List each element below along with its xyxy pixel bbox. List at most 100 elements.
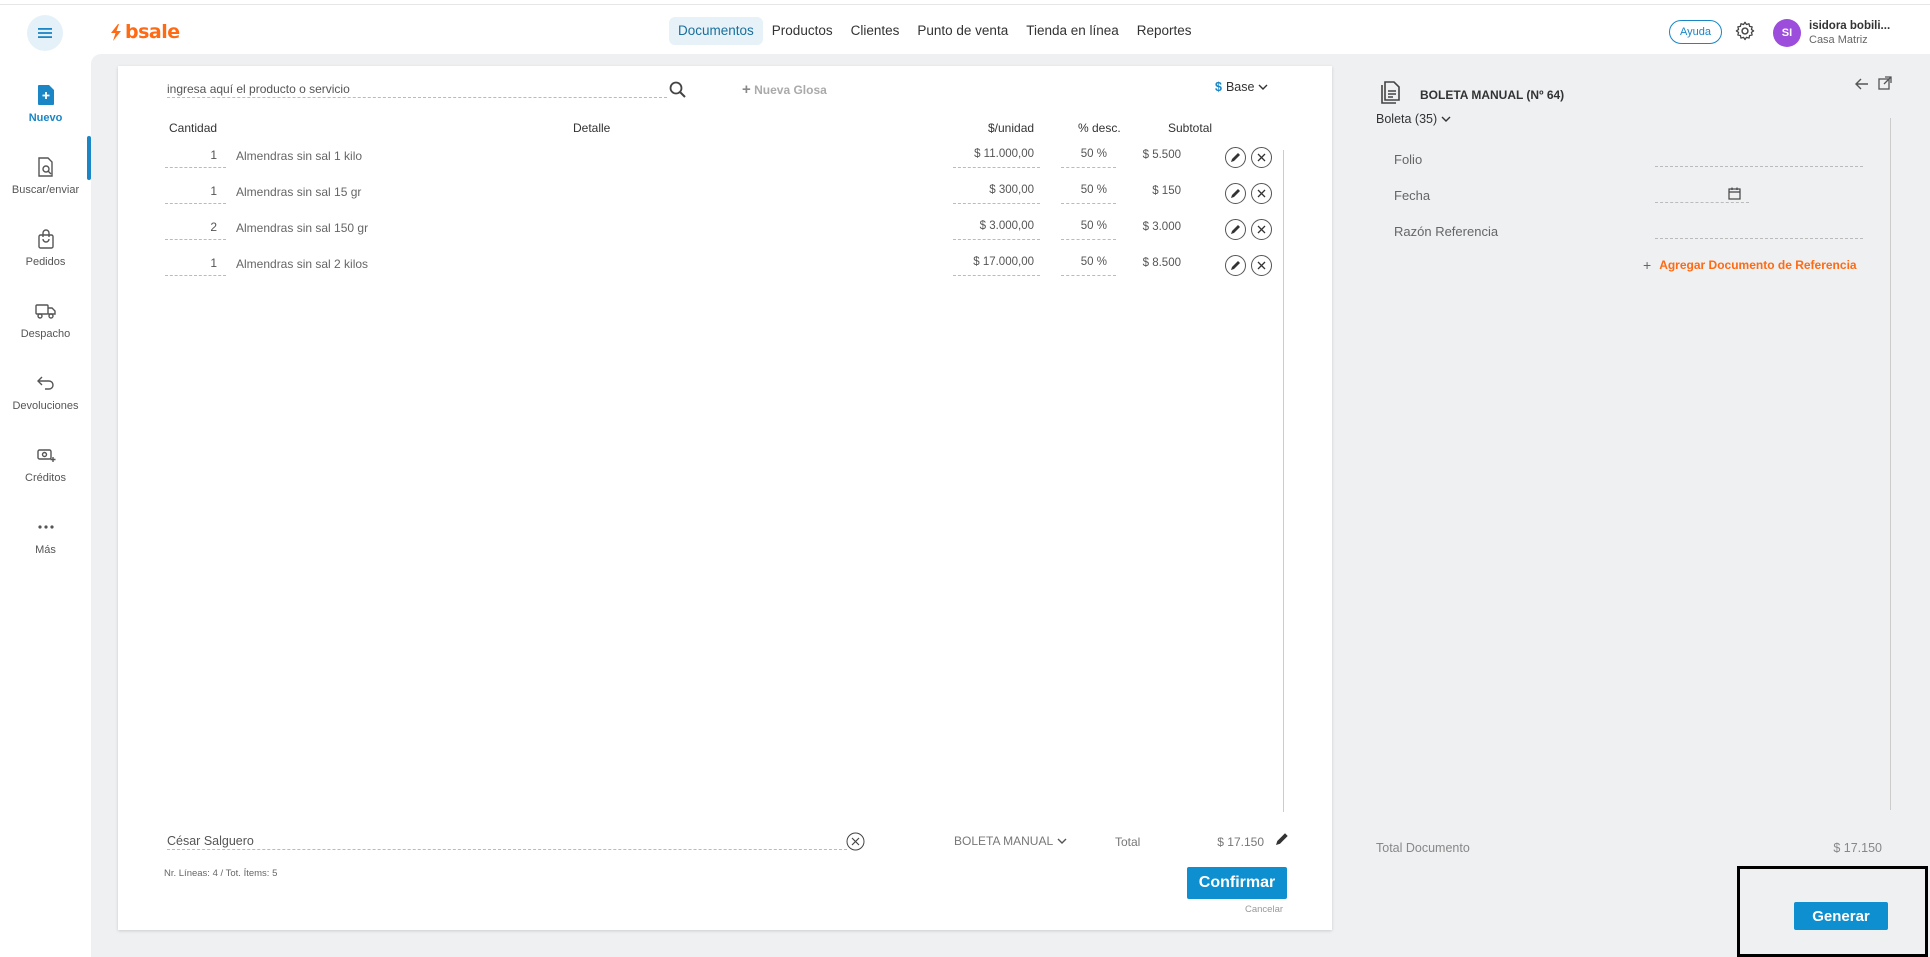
discount-field[interactable]: 50 % (1061, 148, 1116, 168)
discount-field[interactable]: 50 % (1061, 184, 1116, 204)
product-search-input[interactable] (167, 80, 667, 98)
sidebar-item-creditos[interactable]: Créditos (0, 444, 91, 504)
edit-row-button[interactable] (1225, 183, 1246, 204)
quantity-field[interactable]: 2 (165, 220, 226, 240)
new-gloss-label: Nueva Glosa (754, 83, 827, 97)
arrow-left-icon[interactable] (1855, 77, 1869, 91)
unit-price-field[interactable]: $ 300,00 (953, 184, 1040, 204)
column-header-cantidad: Cantidad (169, 121, 218, 135)
credit-icon (35, 444, 57, 466)
total-label: Total (1115, 835, 1141, 849)
row-detail: Almendras sin sal 150 gr (236, 221, 369, 235)
plus-icon: + (742, 81, 751, 98)
sidebar-item-label: Pedidos (25, 256, 66, 268)
pencil-icon (1231, 261, 1240, 270)
nav-tienda-en-linea[interactable]: Tienda en línea (1017, 17, 1128, 45)
nav-reportes[interactable]: Reportes (1128, 17, 1201, 45)
fecha-label: Fecha (1394, 188, 1431, 203)
remove-row-button[interactable] (1251, 147, 1272, 168)
razon-label: Razón Referencia (1394, 224, 1499, 239)
bsale-logo[interactable]: bsale (110, 21, 180, 43)
table-row: 2 Almendras sin sal 150 gr $ 3.000,00 50… (165, 219, 1275, 246)
calendar-icon[interactable] (1728, 187, 1741, 200)
nav-punto-de-venta[interactable]: Punto de venta (908, 17, 1017, 45)
quantity-field[interactable]: 1 (165, 184, 226, 204)
table-row: 1 Almendras sin sal 15 gr $ 300,00 50 % … (165, 183, 1275, 210)
cancel-link[interactable]: Cancelar (1245, 904, 1283, 915)
reason-field[interactable] (1655, 221, 1863, 239)
total-document-value: $ 17.150 (1833, 841, 1882, 855)
quantity-field[interactable]: 1 (165, 148, 226, 168)
shopping-bag-icon (35, 228, 57, 250)
document-type-label: BOLETA MANUAL (954, 834, 1054, 848)
bolt-icon (110, 23, 122, 41)
sidebar-item-nuevo[interactable]: Nuevo (0, 84, 91, 144)
sidebar-item-label: Más (35, 544, 56, 556)
new-gloss-button[interactable]: + Nueva Glosa (742, 81, 827, 98)
search-icon[interactable] (668, 80, 688, 100)
folio-field[interactable] (1655, 149, 1863, 167)
remove-row-button[interactable] (1251, 183, 1272, 204)
unit-price-field[interactable]: $ 3.000,00 (953, 220, 1040, 240)
document-type-select[interactable]: BOLETA MANUAL (954, 834, 1067, 848)
sidebar: Nuevo Buscar/enviar Pedidos Despacho Dev… (0, 54, 91, 957)
unit-price-field[interactable]: $ 11.000,00 (953, 148, 1040, 168)
price-list-label: Base (1225, 80, 1255, 94)
pencil-icon[interactable] (1275, 832, 1289, 846)
sidebar-item-label: Buscar/enviar (11, 184, 80, 196)
nav-documentos[interactable]: Documentos (669, 17, 763, 45)
right-scrollbar-track[interactable] (1890, 118, 1891, 810)
sidebar-item-label: Créditos (25, 472, 66, 484)
user-name[interactable]: isidora bobili... (1809, 20, 1890, 32)
sidebar-item-label: Nuevo (28, 112, 63, 124)
document-title: BOLETA MANUAL (Nº 64) (1420, 88, 1565, 102)
add-reference-button[interactable]: + Agregar Documento de Referencia (1643, 257, 1857, 273)
pencil-icon (1231, 153, 1240, 162)
sidebar-item-label: Despacho (20, 328, 71, 340)
nav-productos[interactable]: Productos (763, 17, 842, 45)
plus-icon: + (1643, 257, 1652, 273)
quantity-field[interactable]: 1 (165, 256, 226, 276)
remove-row-button[interactable] (1251, 255, 1272, 276)
clear-client-icon[interactable] (846, 832, 865, 851)
document-subtype-select[interactable]: Boleta (35) (1376, 112, 1451, 126)
column-header-desc: % desc. (1078, 121, 1121, 135)
gear-icon[interactable] (1734, 20, 1756, 42)
edit-row-button[interactable] (1225, 219, 1246, 240)
edit-row-button[interactable] (1225, 255, 1246, 276)
document-subtype-label: Boleta (35) (1376, 112, 1438, 126)
discount-field[interactable]: 50 % (1061, 256, 1116, 276)
main-nav: Documentos Productos Clientes Punto de v… (669, 17, 1201, 45)
unit-price-field[interactable]: $ 17.000,00 (953, 256, 1040, 276)
client-input[interactable] (167, 832, 847, 850)
total-value: $ 17.150 (1217, 835, 1264, 849)
price-list-symbol: $ (1215, 80, 1222, 94)
generate-button[interactable]: Generar (1794, 902, 1888, 930)
more-dots-icon (35, 516, 57, 538)
total-document-label: Total Documento (1376, 841, 1470, 855)
chevron-down-icon (1057, 838, 1067, 844)
table-row: 1 Almendras sin sal 2 kilos $ 17.000,00 … (165, 255, 1275, 282)
sidebar-item-devoluciones[interactable]: Devoluciones (0, 372, 91, 432)
table-row: 1 Almendras sin sal 1 kilo $ 11.000,00 5… (165, 147, 1275, 174)
new-document-icon (35, 84, 57, 106)
open-external-icon[interactable] (1878, 76, 1892, 90)
help-button[interactable]: Ayuda (1669, 20, 1722, 44)
sidebar-item-mas[interactable]: Más (0, 516, 91, 576)
confirm-button[interactable]: Confirmar (1187, 867, 1287, 899)
nav-clientes[interactable]: Clientes (842, 17, 909, 45)
edit-row-button[interactable] (1225, 147, 1246, 168)
sidebar-item-buscar[interactable]: Buscar/enviar (0, 156, 91, 216)
menu-toggle-button[interactable] (27, 15, 63, 51)
top-bar: bsale Documentos Productos Clientes Punt… (0, 4, 1930, 54)
scrollbar-track[interactable] (1283, 150, 1284, 812)
avatar[interactable]: SI (1773, 19, 1801, 47)
remove-row-button[interactable] (1251, 219, 1272, 240)
sidebar-item-despacho[interactable]: Despacho (0, 300, 91, 360)
discount-field[interactable]: 50 % (1061, 220, 1116, 240)
row-detail: Almendras sin sal 1 kilo (236, 149, 363, 163)
folio-label: Folio (1394, 152, 1423, 167)
price-list-select[interactable]: $ Base (1215, 80, 1268, 94)
document-icon (1381, 81, 1400, 104)
sidebar-item-pedidos[interactable]: Pedidos (0, 228, 91, 288)
